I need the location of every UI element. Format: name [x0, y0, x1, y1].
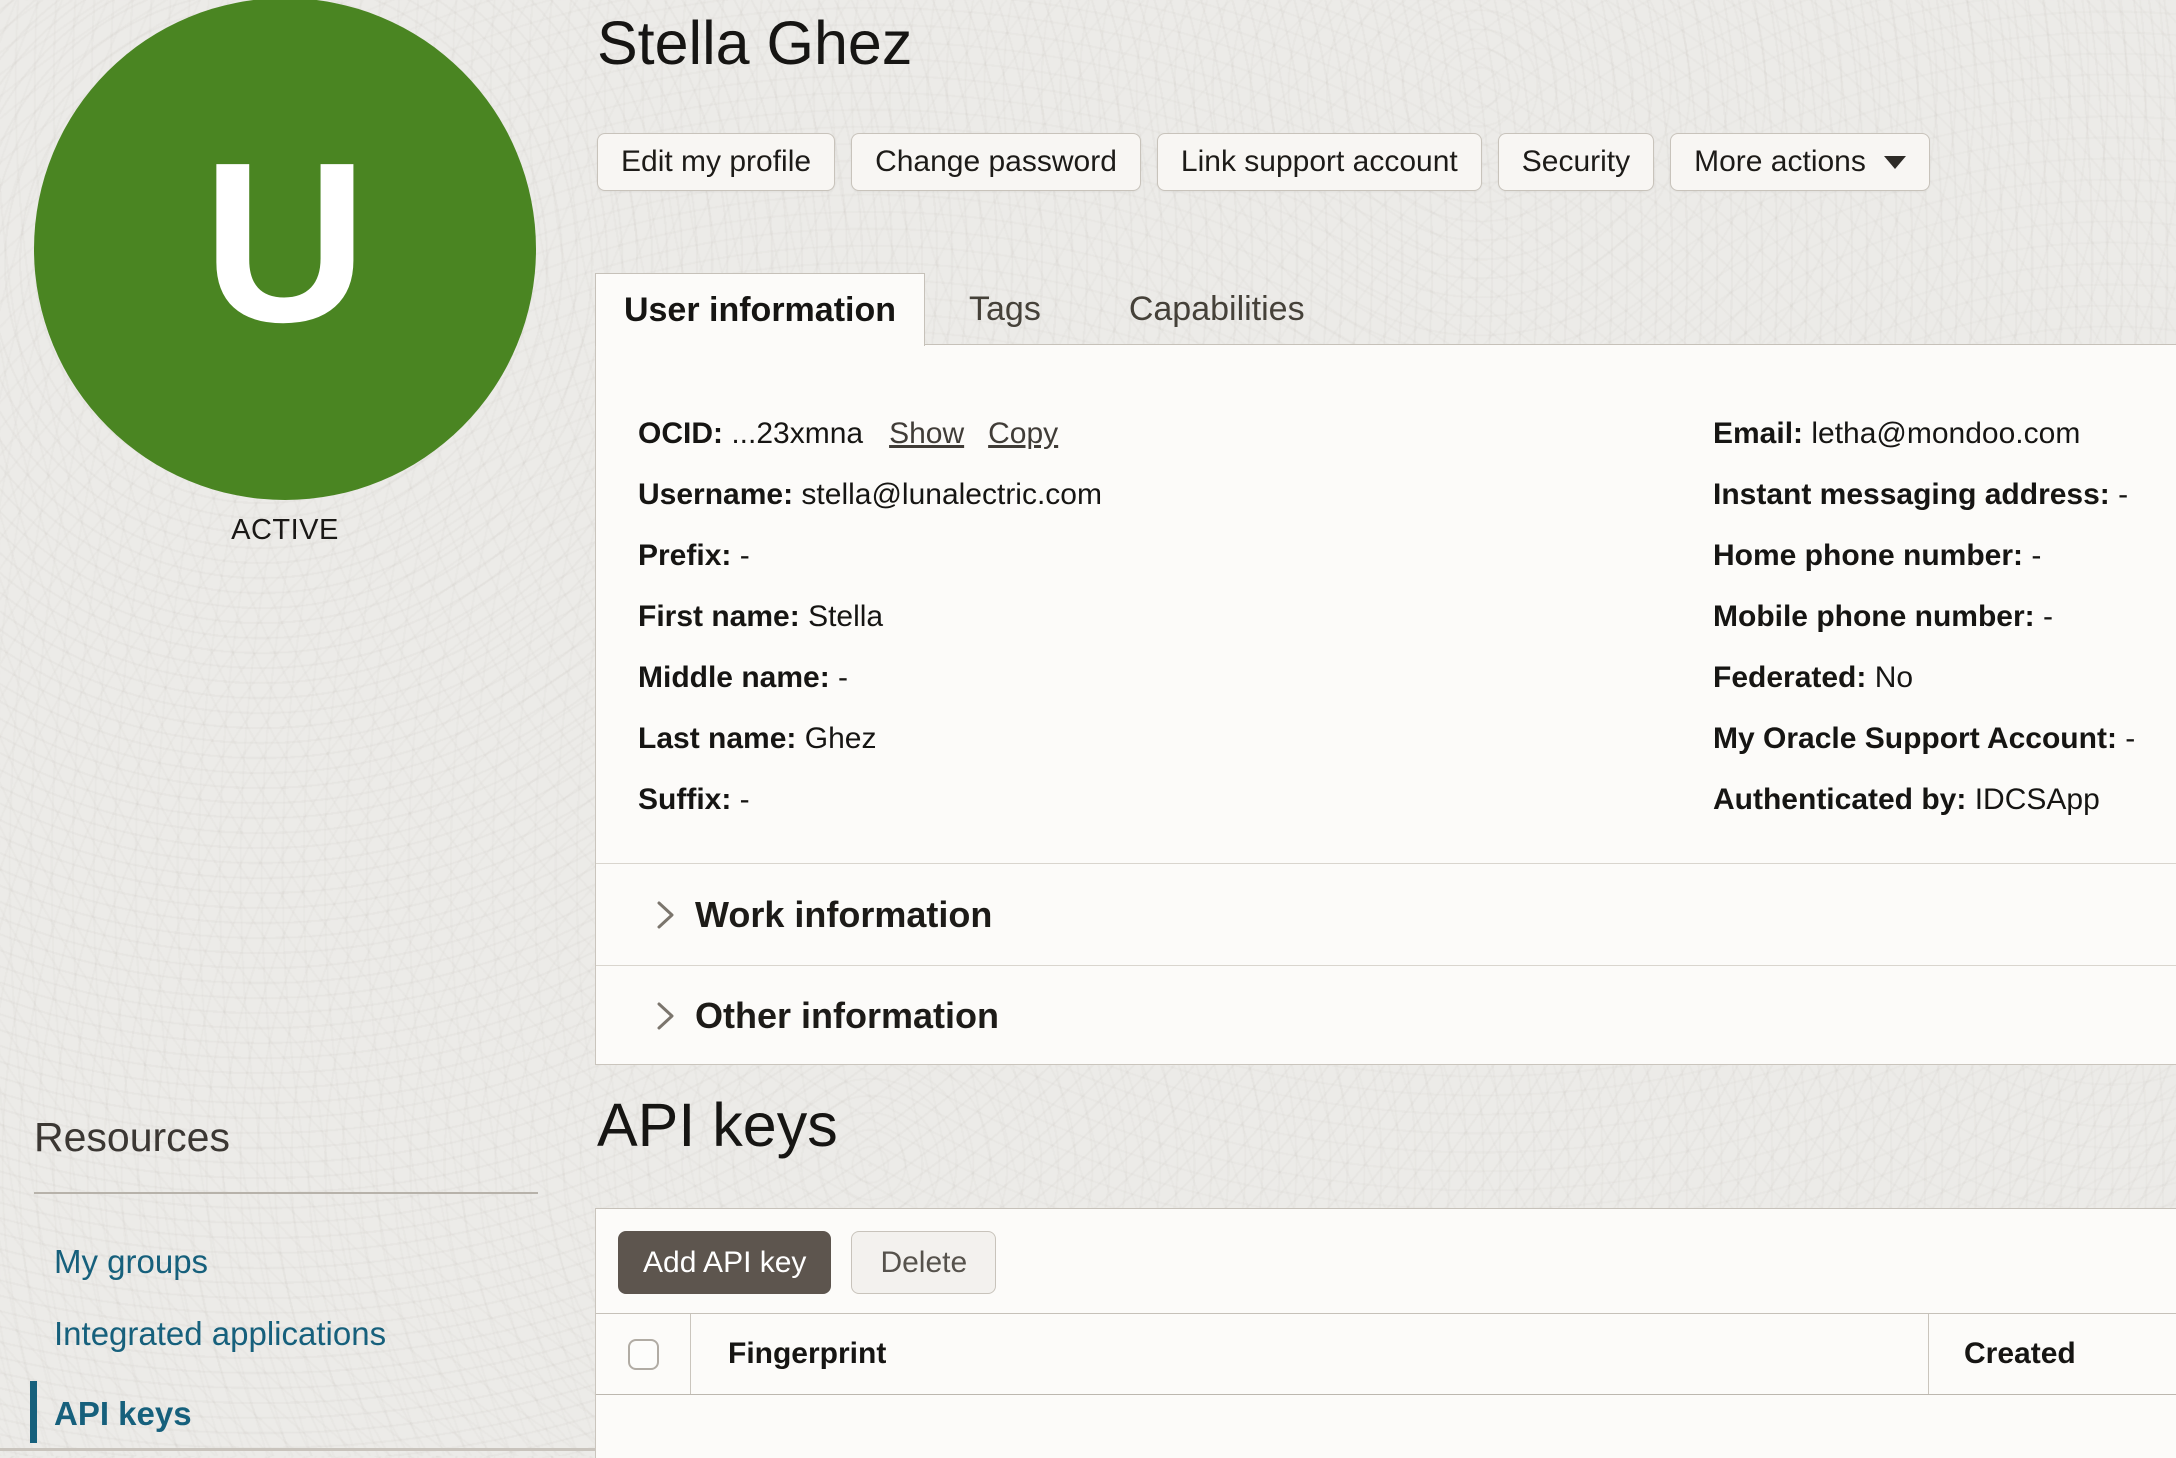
authenticated-by-value: IDCSApp	[1975, 783, 2100, 816]
field-username: Username: stella@lunalectric.com	[638, 464, 1102, 525]
field-prefix: Prefix: -	[638, 525, 1102, 586]
security-button[interactable]: Security	[1498, 133, 1654, 191]
tab-user-information[interactable]: User information	[595, 273, 925, 346]
resources-heading: Resources	[34, 1114, 230, 1161]
api-keys-table-header: Fingerprint Created	[596, 1313, 2176, 1395]
instant-messaging-value: -	[2118, 478, 2128, 511]
other-information-label: Other information	[695, 995, 999, 1037]
api-keys-heading: API keys	[597, 1090, 838, 1160]
tab-capabilities[interactable]: Capabilities	[1085, 273, 1349, 345]
chevron-right-icon	[653, 898, 677, 932]
resources-divider	[34, 1192, 538, 1194]
prefix-value: -	[740, 539, 750, 572]
more-actions-button[interactable]: More actions	[1670, 133, 1930, 191]
sidebar-item-integrated-applications[interactable]: Integrated applications	[54, 1315, 386, 1353]
avatar-letter: U	[203, 129, 368, 357]
field-first-name: First name: Stella	[638, 586, 1102, 647]
last-name-value: Ghez	[805, 722, 877, 755]
other-information-section[interactable]: Other information	[596, 965, 2176, 1065]
ocid-copy-link[interactable]: Copy	[988, 417, 1058, 450]
change-password-button[interactable]: Change password	[851, 133, 1141, 191]
active-item-indicator	[30, 1381, 37, 1443]
user-information-panel: OCID: ...23xmna Show Copy Username: stella…	[595, 345, 2176, 1065]
prefix-label: Prefix:	[638, 539, 731, 572]
api-keys-actions: Add API key Delete	[618, 1231, 996, 1294]
ocid-show-link[interactable]: Show	[889, 417, 964, 450]
last-name-label: Last name:	[638, 722, 796, 755]
field-instant-messaging: Instant messaging address: -	[1713, 464, 2135, 525]
action-button-row: Edit my profile Change password Link sup…	[597, 133, 1930, 191]
first-name-value: Stella	[808, 600, 883, 633]
chevron-down-icon	[1884, 156, 1906, 169]
mos-account-label: My Oracle Support Account:	[1713, 722, 2117, 755]
edit-my-profile-button[interactable]: Edit my profile	[597, 133, 835, 191]
suffix-label: Suffix:	[638, 783, 731, 816]
home-phone-label: Home phone number:	[1713, 539, 2023, 572]
column-header-created: Created	[1929, 1314, 2176, 1394]
chevron-right-icon	[653, 999, 677, 1033]
more-actions-label: More actions	[1694, 145, 1866, 179]
user-avatar: U	[34, 0, 536, 500]
email-value: letha@mondoo.com	[1811, 417, 2080, 450]
tab-tags[interactable]: Tags	[925, 273, 1085, 345]
middle-name-label: Middle name:	[638, 661, 830, 694]
api-keys-panel: Add API key Delete Fingerprint Created	[595, 1208, 2176, 1458]
field-email: Email: letha@mondoo.com	[1713, 403, 2135, 464]
user-info-right-column: Email: letha@mondoo.com Instant messagin…	[1713, 403, 2135, 830]
authenticated-by-label: Authenticated by:	[1713, 783, 1966, 816]
field-mobile-phone: Mobile phone number: -	[1713, 586, 2135, 647]
column-header-fingerprint: Fingerprint	[691, 1314, 1929, 1394]
middle-name-value: -	[838, 661, 848, 694]
sidebar-bottom-divider	[0, 1448, 612, 1451]
work-information-label: Work information	[695, 894, 992, 936]
user-info-left-column: OCID: ...23xmna Show Copy Username: stella…	[638, 403, 1102, 830]
work-information-section[interactable]: Work information	[596, 863, 2176, 965]
field-ocid: OCID: ...23xmna Show Copy	[638, 403, 1102, 464]
sidebar-item-api-keys[interactable]: API keys	[54, 1395, 192, 1433]
mobile-phone-label: Mobile phone number:	[1713, 600, 2035, 633]
field-authenticated-by: Authenticated by: IDCSApp	[1713, 769, 2135, 830]
federated-label: Federated:	[1713, 661, 1866, 694]
field-suffix: Suffix: -	[638, 769, 1102, 830]
select-all-cell	[596, 1314, 691, 1394]
ocid-value: ...23xmna	[731, 417, 863, 450]
delete-button[interactable]: Delete	[851, 1231, 996, 1294]
mobile-phone-value: -	[2043, 600, 2053, 633]
add-api-key-button[interactable]: Add API key	[618, 1231, 831, 1294]
tab-bar: User information Tags Capabilities	[595, 273, 2176, 345]
select-all-checkbox[interactable]	[628, 1339, 659, 1370]
ocid-label: OCID:	[638, 417, 723, 450]
federated-value: No	[1875, 661, 1913, 694]
instant-messaging-label: Instant messaging address:	[1713, 478, 2110, 511]
username-label: Username:	[638, 478, 793, 511]
page-title: Stella Ghez	[597, 8, 912, 78]
field-middle-name: Middle name: -	[638, 647, 1102, 708]
username-value: stella@lunalectric.com	[801, 478, 1102, 511]
link-support-account-button[interactable]: Link support account	[1157, 133, 1482, 191]
field-last-name: Last name: Ghez	[638, 708, 1102, 769]
first-name-label: First name:	[638, 600, 800, 633]
email-label: Email:	[1713, 417, 1803, 450]
sidebar-item-my-groups[interactable]: My groups	[54, 1243, 208, 1281]
home-phone-value: -	[2031, 539, 2041, 572]
field-mos-account: My Oracle Support Account: -	[1713, 708, 2135, 769]
status-badge: ACTIVE	[34, 514, 536, 547]
mos-account-value: -	[2125, 722, 2135, 755]
field-home-phone: Home phone number: -	[1713, 525, 2135, 586]
suffix-value: -	[740, 783, 750, 816]
field-federated: Federated: No	[1713, 647, 2135, 708]
